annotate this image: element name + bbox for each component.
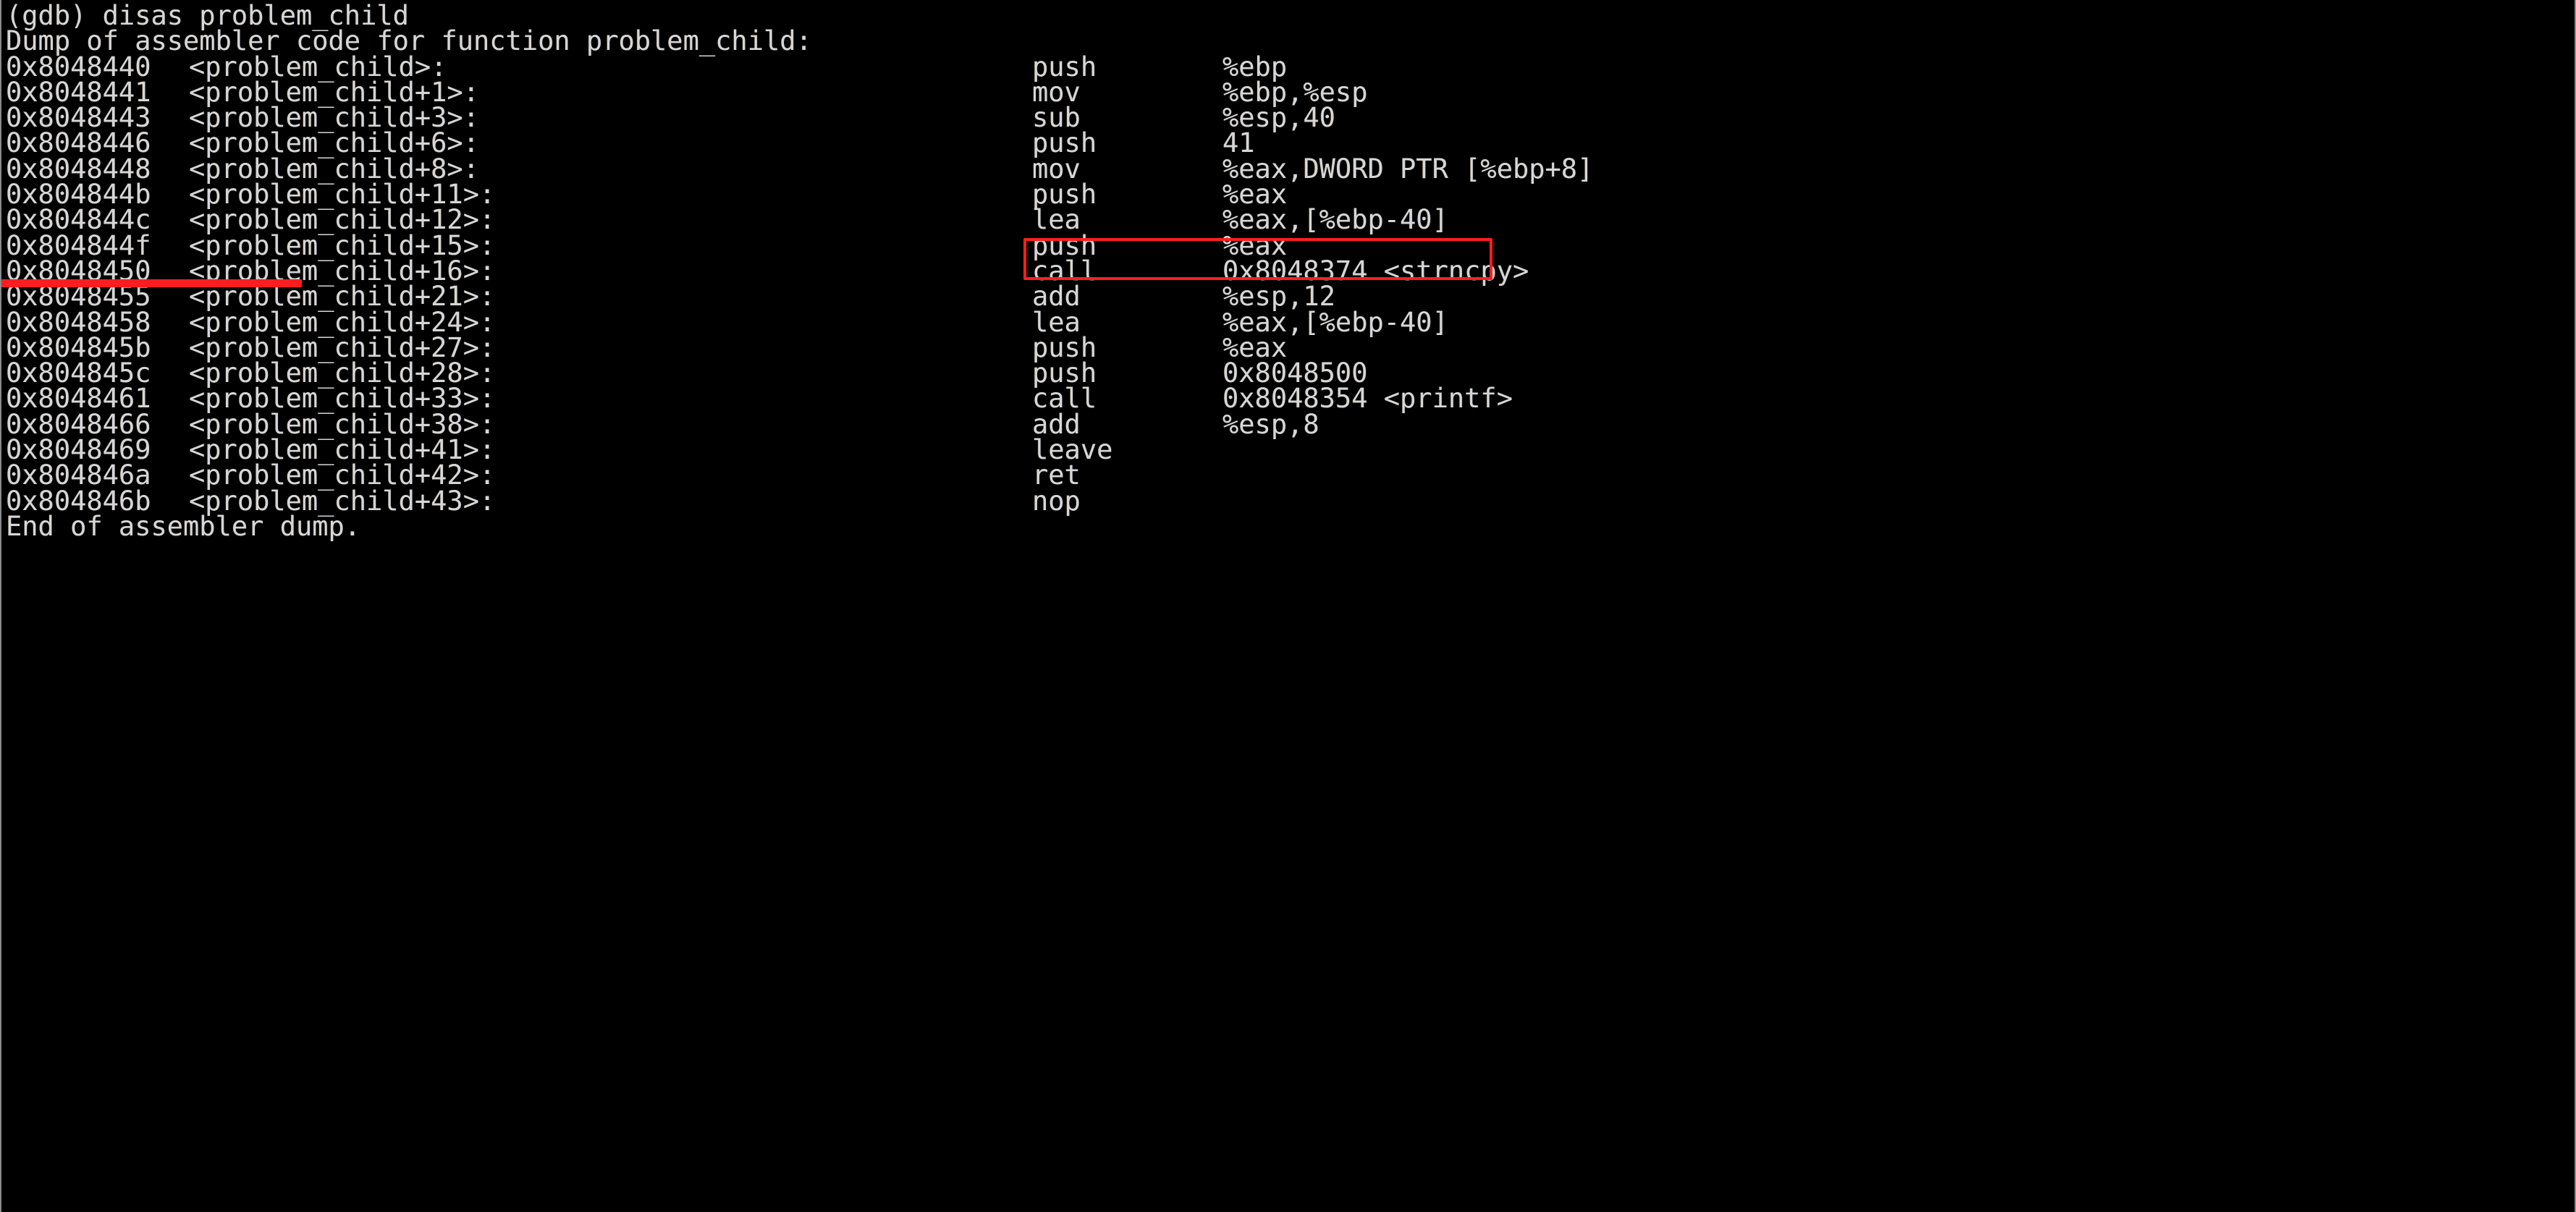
instruction-operands: %ebp,%esp: [1222, 76, 1368, 108]
instruction-mnemonic: call: [1032, 383, 1097, 415]
instruction-symbol: <problem_child+33>:: [189, 383, 496, 415]
instruction-address: 0x8048440: [6, 51, 151, 82]
gdb-prompt-line: (gdb) disas problem_child: [6, 0, 409, 31]
instruction-mnemonic: push: [1032, 331, 1097, 363]
dump-footer-line: End of assembler dump.: [6, 510, 361, 542]
instruction-row: 0x804845b <problem_child+27>: push %eax: [6, 331, 2575, 363]
address-underline-annotation: [1, 279, 302, 287]
instruction-row: 0x804846b <problem_child+43>: nop: [6, 485, 2575, 517]
instruction-mnemonic: nop: [1032, 485, 1081, 517]
instruction-row: 0x8048448 <problem_child+8>: mov %eax,DWORD…: [6, 156, 2575, 182]
instruction-address: 0x8048466: [6, 408, 151, 440]
instruction-row: 0x8048461 <problem_child+33>: call 0x804835…: [6, 383, 2575, 415]
instruction-symbol: <problem_child+11>:: [189, 179, 496, 211]
instruction-address: 0x804844f: [6, 229, 151, 261]
instruction-symbol: <problem_child+24>:: [189, 306, 496, 338]
instruction-address: 0x804845c: [6, 357, 151, 389]
instruction-row: 0x8048443 <problem_child+3>: sub %esp,40: [6, 102, 2575, 134]
instruction-operands: %ebp: [1222, 51, 1288, 82]
instruction-address: 0x804846b: [6, 485, 151, 517]
instruction-symbol: <problem_child+8>:: [189, 153, 479, 185]
instruction-address: 0x8048469: [6, 434, 151, 466]
instruction-symbol: <problem_child+6>:: [189, 127, 479, 159]
instruction-row: 0x8048441 <problem_child+1>: mov %ebp,%esp: [6, 76, 2575, 108]
terminal-window: (gdb) disas problem_child Dump of assemb…: [0, 0, 2576, 1212]
instruction-mnemonic: add: [1032, 408, 1081, 440]
instruction-row: 0x8048446 <problem_child+6>: push 41: [6, 130, 2575, 156]
instruction-operands: 0x8048500: [1222, 357, 1368, 389]
instruction-row: 0x804845c <problem_child+28>: push 0x804850…: [6, 360, 2575, 386]
instruction-mnemonic: ret: [1032, 459, 1081, 491]
instruction-operands: %esp,12: [1222, 281, 1335, 313]
instruction-mnemonic: mov: [1032, 153, 1081, 185]
instruction-address: 0x8048443: [6, 102, 151, 134]
instruction-address: 0x804844c: [6, 204, 151, 236]
instruction-symbol: <problem_child+15>:: [189, 229, 496, 261]
instruction-list: 0x8048440 <problem_child>: push %ebp 0x80484…: [6, 51, 2575, 517]
instruction-mnemonic: sub: [1032, 102, 1081, 134]
instruction-mnemonic: lea: [1032, 306, 1081, 338]
instruction-symbol: <problem_child+1>:: [189, 76, 479, 108]
instruction-mnemonic: mov: [1032, 76, 1081, 108]
instruction-operands: %eax,[%ebp-40]: [1222, 204, 1448, 236]
instruction-mnemonic: push: [1032, 357, 1097, 389]
instruction-symbol: <problem_child+41>:: [189, 434, 496, 466]
instruction-operands: %esp,40: [1222, 102, 1335, 134]
instruction-row: 0x804846a <problem_child+42>: ret: [6, 462, 2575, 488]
instruction-row: 0x8048458 <problem_child+24>: lea %eax,[%eb…: [6, 306, 2575, 338]
instruction-operands: 41: [1222, 127, 1255, 159]
instruction-symbol: <problem_child+3>:: [189, 102, 479, 134]
instruction-symbol: <problem_child+21>:: [189, 281, 496, 313]
instruction-address: 0x8048461: [6, 383, 151, 415]
instruction-operands: %eax,[%ebp-40]: [1222, 306, 1448, 338]
instruction-operands: %eax,DWORD PTR [%ebp+8]: [1222, 153, 1594, 185]
instruction-address: 0x804845b: [6, 331, 151, 363]
instruction-operands: %eax: [1222, 179, 1288, 211]
instruction-row: 0x8048466 <problem_child+38>: add %esp,8: [6, 408, 2575, 440]
instruction-row: 0x804844c <problem_child+12>: lea %eax,[%eb…: [6, 204, 2575, 236]
instruction-address: 0x8048448: [6, 153, 151, 185]
instruction-address: 0x804846a: [6, 459, 151, 491]
instruction-mnemonic: push: [1032, 51, 1097, 82]
instruction-address: 0x8048455: [6, 281, 151, 313]
instruction-mnemonic: push: [1032, 179, 1097, 211]
instruction-symbol: <problem_child+27>:: [189, 331, 496, 363]
instruction-symbol: <problem_child+42>:: [189, 459, 496, 491]
instruction-mnemonic: leave: [1032, 434, 1113, 466]
instruction-operands: %eax: [1222, 331, 1288, 363]
instruction-symbol: <problem_child+28>:: [189, 357, 496, 389]
instruction-box-annotation: [1023, 238, 1492, 280]
instruction-row: 0x8048455 <problem_child+21>: add %esp,12: [6, 281, 2575, 313]
instruction-symbol: <problem_child+16>:: [189, 255, 496, 287]
instruction-row: 0x8048440 <problem_child>: push %ebp: [6, 51, 2575, 82]
instruction-symbol: <problem_child+43>:: [189, 485, 496, 517]
instruction-mnemonic: lea: [1032, 204, 1081, 236]
instruction-mnemonic: add: [1032, 281, 1081, 313]
instruction-operands: %esp,8: [1222, 408, 1319, 440]
instruction-mnemonic: push: [1032, 127, 1097, 159]
instruction-symbol: <problem_child>:: [189, 51, 447, 82]
instruction-address: 0x8048441: [6, 76, 151, 108]
instruction-row: 0x8048469 <problem_child+41>: leave: [6, 434, 2575, 466]
instruction-operands: 0x8048354 <printf>: [1222, 383, 1513, 415]
instruction-address: 0x804844b: [6, 179, 151, 211]
instruction-address: 0x8048446: [6, 127, 151, 159]
instruction-symbol: <problem_child+12>:: [189, 204, 496, 236]
instruction-row: 0x804844b <problem_child+11>: push %eax: [6, 179, 2575, 211]
dump-header-line: Dump of assembler code for function prob…: [6, 25, 812, 57]
instruction-address: 0x8048458: [6, 306, 151, 338]
instruction-symbol: <problem_child+38>:: [189, 408, 496, 440]
